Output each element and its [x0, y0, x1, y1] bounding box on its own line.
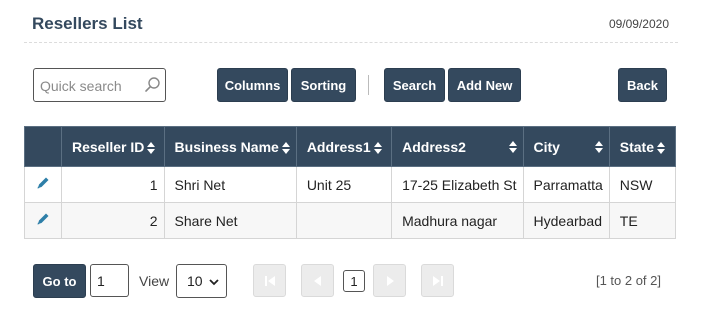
go-to-button[interactable]: Go to	[33, 264, 86, 298]
cell-reseller-id: 2	[60, 202, 165, 239]
add-new-button[interactable]: Add New	[448, 68, 521, 102]
cell-address2: 17-25 Elizabeth St	[391, 166, 524, 203]
edit-cell[interactable]	[24, 202, 62, 239]
cell-state: NSW	[608, 166, 677, 203]
chevron-down-icon	[209, 279, 219, 286]
previous-page-icon	[313, 275, 321, 286]
sorting-button[interactable]: Sorting	[291, 68, 356, 102]
pencil-icon[interactable]	[35, 175, 51, 191]
sort-icon[interactable]	[373, 141, 382, 154]
column-header-business-name[interactable]: Business Name	[163, 126, 297, 167]
column-header-label: Reseller ID	[71, 138, 145, 155]
quick-search-input[interactable]	[40, 76, 140, 96]
columns-button[interactable]: Columns	[217, 68, 288, 102]
page-size-select[interactable]: 10	[176, 264, 227, 298]
edit-column-header	[24, 126, 62, 167]
sort-icon[interactable]	[147, 141, 156, 154]
back-button[interactable]: Back	[618, 68, 667, 102]
next-page-button[interactable]	[373, 264, 406, 297]
next-page-icon	[386, 275, 394, 286]
cell-business-name: Share Net	[163, 202, 297, 239]
column-header-label: City	[533, 138, 560, 155]
sort-icon[interactable]	[594, 140, 603, 153]
column-header-label: Address2	[402, 138, 466, 155]
table-row[interactable]: 1 Shri Net Unit 25 17-25 Elizabeth St Pa…	[24, 166, 677, 203]
sort-icon[interactable]	[508, 140, 517, 153]
resellers-table: Reseller ID Business Name Address1 Addre…	[24, 126, 677, 239]
header-divider	[24, 42, 678, 43]
page-number-input[interactable]	[90, 264, 129, 297]
cell-address1: Unit 25	[295, 166, 393, 203]
cell-city: Hydearbad	[522, 202, 610, 239]
search-icon[interactable]	[144, 76, 162, 94]
sort-icon[interactable]	[657, 141, 665, 154]
column-header-address1[interactable]: Address1	[295, 126, 393, 167]
first-page-button[interactable]	[253, 264, 286, 297]
cell-address2: Madhura nagar	[391, 202, 524, 239]
quick-search-box[interactable]	[33, 68, 166, 102]
column-header-label: Business Name	[174, 138, 279, 155]
cell-state: TE	[608, 202, 677, 239]
sort-icon[interactable]	[281, 141, 290, 154]
column-header-city[interactable]: City	[522, 126, 610, 167]
column-header-label: Address1	[306, 138, 371, 155]
last-page-icon	[432, 275, 443, 286]
cell-reseller-id: 1	[60, 166, 165, 203]
cell-address1	[295, 202, 393, 239]
cell-business-name: Shri Net	[163, 166, 297, 203]
current-page-indicator[interactable]: 1	[343, 270, 365, 292]
cell-city: Parramatta	[522, 166, 610, 203]
search-button[interactable]: Search	[384, 68, 445, 102]
table-header-row: Reseller ID Business Name Address1 Addre…	[24, 126, 677, 167]
date-label: 09/09/2020	[608, 17, 669, 31]
page-title: Resellers List	[32, 14, 143, 33]
first-page-icon	[264, 275, 275, 286]
pencil-icon[interactable]	[35, 211, 51, 227]
column-header-state[interactable]: State	[608, 126, 677, 167]
view-label: View	[139, 273, 170, 289]
last-page-button[interactable]	[421, 264, 454, 297]
page-size-value: 10	[187, 273, 203, 289]
page-range-text: [1 to 2 of 2]	[595, 273, 661, 288]
previous-page-button[interactable]	[301, 264, 334, 297]
table-row[interactable]: 2 Share Net Madhura nagar Hydearbad TE	[24, 202, 677, 239]
column-header-reseller-id[interactable]: Reseller ID	[60, 126, 165, 167]
column-header-address2[interactable]: Address2	[391, 126, 524, 167]
column-header-label: State	[619, 138, 654, 155]
toolbar-separator	[368, 75, 369, 95]
edit-cell[interactable]	[24, 166, 62, 203]
